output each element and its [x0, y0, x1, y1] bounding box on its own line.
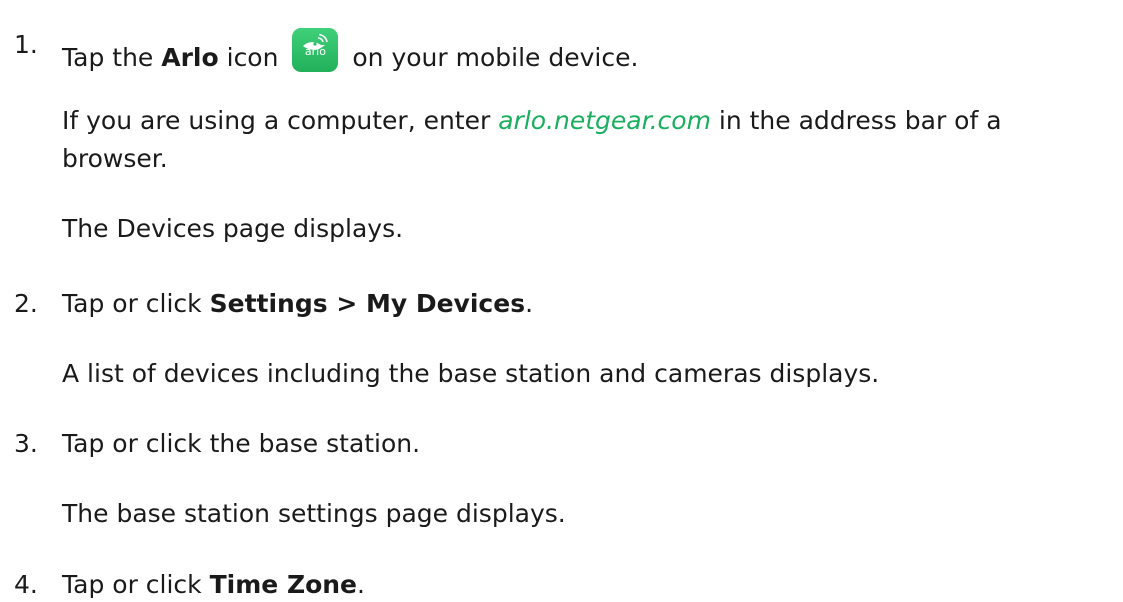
step-instruction: Tap or click Time Zone. — [62, 570, 365, 599]
menu-path: Settings > My Devices — [209, 289, 526, 318]
arlo-app-icon: arlo — [292, 28, 339, 72]
website-link[interactable]: arlo.netgear.com — [498, 106, 711, 135]
step-instruction: Tap or click Settings > My Devices. — [62, 289, 534, 318]
setting-name: Time Zone — [209, 570, 357, 599]
step-result: A list of devices including the base sta… — [62, 359, 880, 388]
step-number: 2. — [14, 289, 38, 318]
step-instruction: Tap the Arlo icon arlo on your mobile de… — [62, 28, 638, 75]
step-number: 1. — [14, 30, 38, 59]
step-number: 3. — [14, 429, 38, 458]
step-instruction: Tap or click the base station. — [62, 429, 421, 458]
step-number: 4. — [14, 570, 38, 599]
step-note: If you are using a computer, enter arlo.… — [62, 106, 1002, 173]
step-result: The Devices page displays. — [62, 214, 404, 243]
app-name: Arlo — [161, 43, 219, 72]
step-result: The base station settings page displays. — [62, 499, 566, 528]
